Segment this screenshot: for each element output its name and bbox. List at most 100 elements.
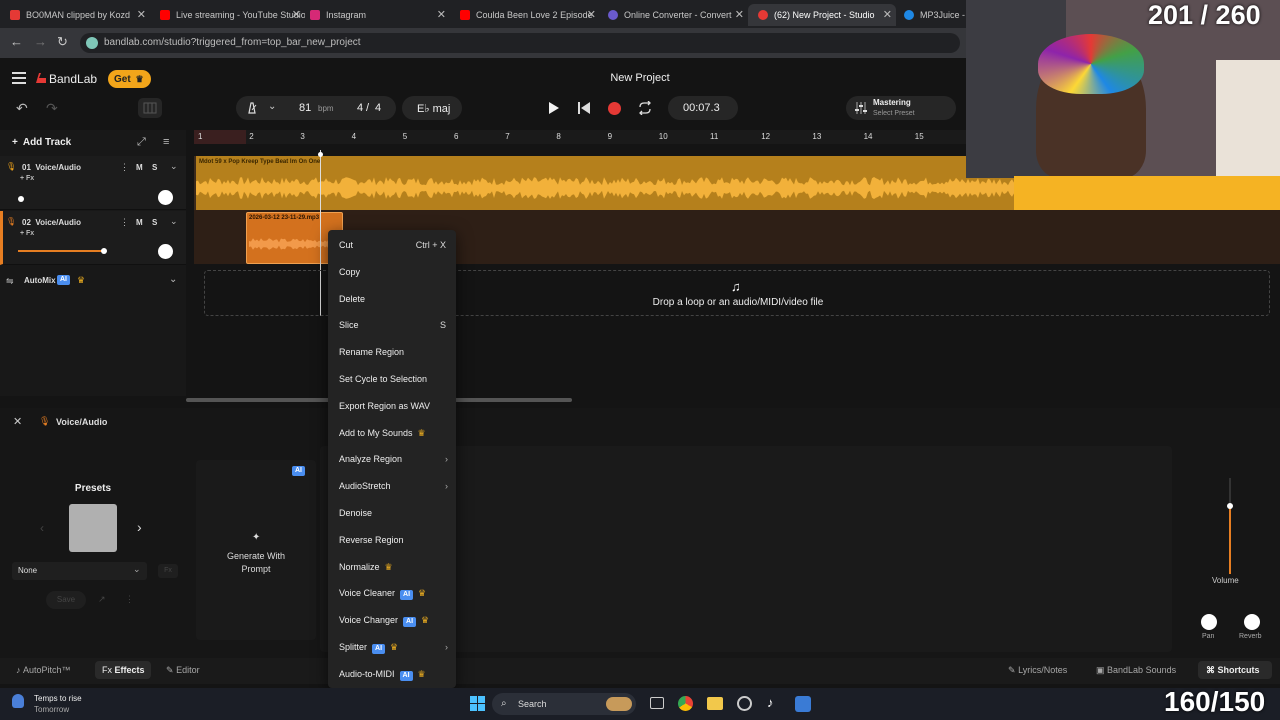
time-signature-den[interactable]: 4 — [375, 102, 381, 114]
menu-item-rename-region[interactable]: Rename Region — [339, 346, 404, 358]
browser-tab[interactable]: Coulda Been Love 2 Episode ✕ — [450, 4, 600, 26]
track-name[interactable]: Voice/Audio — [35, 163, 81, 172]
browser-tab[interactable]: Instagram ✕ — [300, 4, 450, 26]
chevron-down-icon[interactable]: ⌄ — [170, 216, 178, 227]
close-tab-icon[interactable]: ✕ — [587, 8, 596, 21]
track-header[interactable]: 🎙 01 Voice/Audio + Fx ⋮ M S ⌄ — [0, 156, 186, 210]
tiktok-icon[interactable]: ♪ — [767, 695, 774, 710]
obs-taskbar-icon[interactable] — [737, 696, 752, 711]
add-fx-button[interactable]: + Fx — [20, 230, 34, 237]
task-view-icon[interactable] — [650, 697, 664, 709]
browser-tab[interactable]: Online Converter - Convert ✕ — [598, 4, 748, 26]
pan-knob[interactable] — [1201, 614, 1217, 630]
menu-item-slice[interactable]: Slice — [339, 319, 359, 331]
bandlab-sounds-button[interactable]: ▣ BandLab Sounds — [1096, 665, 1176, 676]
redo-icon[interactable]: ↷ — [46, 100, 58, 117]
reload-icon[interactable]: ↻ — [57, 34, 68, 50]
app-taskbar-icon[interactable] — [795, 696, 811, 712]
go-to-start-icon[interactable] — [578, 102, 590, 114]
menu-item-voice-cleaner[interactable]: Voice Cleaner AI ♛ — [339, 587, 426, 601]
menu-item-audiostretch[interactable]: AudioStretch — [339, 480, 391, 492]
menu-item-set-cycle-to-selection[interactable]: Set Cycle to Selection — [339, 373, 427, 385]
solo-button[interactable]: S — [152, 163, 157, 172]
volume-slider-handle[interactable] — [18, 196, 24, 202]
settings-sliders-icon[interactable]: ≡ — [163, 136, 169, 148]
preset-prev-icon[interactable]: ‹ — [40, 521, 44, 535]
preset-thumbnail[interactable] — [69, 504, 117, 552]
close-tab-icon[interactable]: ✕ — [883, 8, 892, 21]
close-panel-icon[interactable]: ✕ — [13, 415, 22, 428]
close-tab-icon[interactable]: ✕ — [137, 8, 146, 21]
playhead-handle[interactable] — [318, 152, 323, 157]
reverb-knob[interactable] — [1244, 614, 1260, 630]
key-value[interactable]: E♭ maj — [417, 102, 450, 115]
volume-slider-track[interactable] — [18, 250, 104, 252]
share-icon[interactable]: ↗ — [98, 594, 106, 605]
weather-icon[interactable] — [12, 694, 24, 708]
piano-icon[interactable] — [138, 98, 162, 118]
menu-item-analyze-region[interactable]: Analyze Region — [339, 453, 402, 465]
more-icon[interactable]: ⋮ — [125, 594, 134, 605]
menu-item-audio-to-midi[interactable]: Audio-to-MIDI AI ♛ — [339, 668, 426, 681]
forward-arrow-icon[interactable]: → — [34, 34, 47, 49]
close-tab-icon[interactable]: ✕ — [437, 8, 446, 21]
bpm-value[interactable]: 81 — [299, 102, 311, 114]
metronome-icon[interactable] — [246, 102, 258, 114]
chrome-taskbar-icon[interactable] — [678, 696, 693, 711]
time-signature-num[interactable]: 4 — [357, 102, 363, 114]
menu-item-copy[interactable]: Copy — [339, 266, 360, 278]
undo-icon[interactable]: ↶ — [16, 100, 28, 117]
volume-fader[interactable] — [1213, 478, 1249, 574]
file-explorer-icon[interactable] — [707, 697, 723, 710]
taskbar-search[interactable]: ⌕ Search — [492, 693, 636, 715]
menu-item-cut[interactable]: Cut — [339, 239, 353, 251]
preset-select[interactable]: None ⌄ — [12, 562, 147, 580]
url-field[interactable]: bandlab.com/studio?triggered_from=top_ba… — [80, 33, 960, 53]
mute-button[interactable]: M — [136, 218, 143, 227]
pan-knob[interactable] — [158, 244, 173, 259]
fader-handle[interactable] — [1227, 503, 1233, 509]
solo-button[interactable]: S — [152, 218, 157, 227]
loop-icon[interactable] — [638, 101, 652, 115]
autopitch-tab[interactable]: ♪ AutoPitch™ — [16, 665, 71, 675]
menu-item-delete[interactable]: Delete — [339, 293, 365, 305]
menu-item-denoise[interactable]: Denoise — [339, 507, 372, 519]
fx-toggle-icon[interactable]: Fx — [158, 564, 178, 578]
back-arrow-icon[interactable]: ← — [10, 34, 23, 49]
browser-tab[interactable]: MP3Juice - Fr — [894, 4, 966, 26]
preset-next-icon[interactable]: › — [137, 519, 142, 535]
add-fx-button[interactable]: + Fx — [20, 175, 34, 182]
mute-button[interactable]: M — [136, 163, 143, 172]
pan-knob[interactable] — [158, 190, 173, 205]
track-menu-icon[interactable]: ⋮ — [120, 162, 129, 173]
record-icon[interactable] — [608, 102, 621, 115]
track-header-selected[interactable]: 🎙 02 Voice/Audio + Fx ⋮ M S ⌄ — [0, 211, 186, 265]
track-menu-icon[interactable]: ⋮ — [120, 217, 129, 228]
track-name[interactable]: Voice/Audio — [35, 218, 81, 227]
menu-item-voice-changer[interactable]: Voice Changer AI ♛ — [339, 614, 429, 628]
automix-row[interactable]: ⇋ AutoMix AI ♛ ⌄ — [0, 270, 186, 292]
add-track-button[interactable]: + Add Track — [12, 137, 71, 148]
menu-item-splitter[interactable]: Splitter AI ♛ — [339, 641, 398, 654]
editor-tab[interactable]: ✎ Editor — [166, 665, 200, 676]
menu-item-normalize[interactable]: Normalize ♛ — [339, 561, 393, 573]
chevron-down-icon[interactable]: ⌄ — [170, 161, 178, 172]
menu-item-reverse-region[interactable]: Reverse Region — [339, 534, 404, 546]
browser-tab-active[interactable]: (62) New Project - Studio ✕ — [748, 4, 896, 26]
tool-icon[interactable]: ⤢ — [137, 136, 146, 149]
site-info-icon[interactable] — [86, 37, 98, 49]
shortcuts-button[interactable]: ⌘ Shortcuts — [1206, 665, 1260, 676]
lyrics-notes-button[interactable]: ✎ Lyrics/Notes — [1008, 665, 1067, 676]
play-icon[interactable] — [548, 101, 560, 115]
chevron-down-icon[interactable]: ⌄ — [169, 274, 177, 285]
effects-tab[interactable]: Fx Effects — [102, 665, 145, 675]
menu-item-export-region-as-wav[interactable]: Export Region as WAV — [339, 400, 430, 412]
volume-slider-handle[interactable] — [101, 248, 107, 254]
generate-with-prompt-card[interactable]: AI ✦ Generate With Prompt — [196, 460, 316, 640]
menu-item-add-to-my-sounds[interactable]: Add to My Sounds ♛ — [339, 427, 426, 439]
windows-start-icon[interactable] — [470, 696, 485, 711]
weather-text[interactable]: Temps to rise — [34, 694, 82, 703]
save-preset-button[interactable]: Save — [46, 591, 86, 609]
chevron-down-icon[interactable]: ⌄ — [268, 101, 276, 112]
browser-tab[interactable]: Live streaming - YouTube Studio ✕ — [150, 4, 305, 26]
